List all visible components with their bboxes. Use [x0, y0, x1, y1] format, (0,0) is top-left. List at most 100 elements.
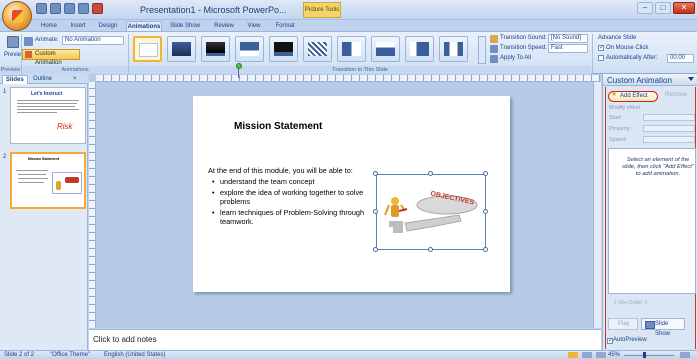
- redo-icon[interactable]: [64, 3, 75, 14]
- slide-body-text[interactable]: At the end of this module, you will be a…: [208, 166, 373, 226]
- reorder-label[interactable]: ⇧ Re-Order ⇩: [613, 300, 648, 306]
- close-panel-button[interactable]: ×: [70, 75, 80, 84]
- tab-view[interactable]: View: [244, 21, 264, 31]
- transition-split-thumb[interactable]: [439, 36, 468, 62]
- play-button[interactable]: Play: [608, 318, 638, 330]
- minimize-button[interactable]: –: [637, 2, 653, 14]
- group-preview-label: Preview: [0, 66, 21, 74]
- transition-speed-dropdown[interactable]: Fast: [548, 44, 588, 53]
- slide-number-2: 2: [3, 154, 7, 160]
- tab-design[interactable]: Design: [96, 21, 120, 31]
- slide-show-view-icon[interactable]: [596, 352, 606, 358]
- remove-button[interactable]: Remove: [665, 92, 687, 98]
- current-slide[interactable]: Mission Statement At the end of this mod…: [193, 96, 510, 292]
- print-icon[interactable]: [78, 3, 89, 14]
- transition-cut-thumb[interactable]: [235, 36, 264, 62]
- custom-animation-pane: Custom Animation Add Effect Remove Modif…: [602, 74, 697, 350]
- transition-wipe-thumb[interactable]: [337, 36, 366, 62]
- animate-label: Animate:: [35, 37, 59, 43]
- tab-slides[interactable]: Slides: [2, 75, 28, 84]
- thumb-text-line: [18, 178, 48, 179]
- start-dropdown[interactable]: [643, 114, 695, 121]
- group-transition-label: Transition to This Slide: [129, 66, 591, 74]
- transition-fade-thumb[interactable]: [167, 36, 196, 62]
- resize-handle-n[interactable]: [428, 171, 433, 176]
- language-indicator[interactable]: English (United States): [104, 352, 165, 358]
- transition-sound-dropdown[interactable]: [No Sound]: [548, 34, 588, 43]
- tab-animations[interactable]: Animations: [126, 21, 162, 31]
- rotation-handle[interactable]: [236, 63, 242, 69]
- apply-to-all-button[interactable]: Apply To All: [500, 55, 531, 61]
- animation-list[interactable]: Select an element of the slide, then cli…: [608, 148, 696, 294]
- zoom-level[interactable]: 45%: [608, 352, 620, 358]
- transition-none-thumb[interactable]: [133, 36, 162, 62]
- move-down-icon[interactable]: ⇩: [642, 300, 649, 306]
- task-pane-title: Custom Animation: [607, 76, 672, 85]
- auto-after-checkbox[interactable]: [598, 55, 604, 61]
- title-bar: Presentation1 - Microsoft PowerPo... Pic…: [0, 0, 697, 20]
- maximize-button[interactable]: □: [655, 2, 671, 14]
- canvas-scrollbar[interactable]: [593, 82, 601, 328]
- speed-dropdown[interactable]: [643, 136, 695, 143]
- tab-format[interactable]: Format: [272, 21, 298, 31]
- resize-handle-w[interactable]: [373, 209, 378, 214]
- objectives-picture[interactable]: OBJECTIVES: [376, 174, 486, 250]
- tab-slide-show[interactable]: Slide Show: [168, 21, 202, 31]
- transition-push-thumb[interactable]: [371, 36, 400, 62]
- resize-handle-se[interactable]: [483, 247, 488, 252]
- transition-fade-black-thumb[interactable]: [201, 36, 230, 62]
- slide-sorter-icon[interactable]: [582, 352, 592, 358]
- start-label: Start:: [609, 115, 623, 121]
- tab-insert[interactable]: Insert: [66, 21, 90, 31]
- customize-qat-icon[interactable]: [92, 3, 103, 14]
- transition-dissolve-thumb[interactable]: [303, 36, 332, 62]
- notes-pane[interactable]: Click to add notes: [89, 329, 601, 350]
- tab-review[interactable]: Review: [212, 21, 236, 31]
- auto-after-label: Automatically After:: [606, 55, 658, 61]
- slide-thumbnail-1[interactable]: Let's Instruct Risk: [10, 87, 86, 144]
- on-mouse-click-checkbox[interactable]: [598, 44, 604, 51]
- resize-handle-nw[interactable]: [373, 171, 378, 176]
- custom-animation-button[interactable]: Custom Animation: [22, 49, 80, 66]
- resize-handle-e[interactable]: [483, 209, 488, 214]
- objectives-illustration: [384, 195, 478, 233]
- add-effect-button[interactable]: Add Effect: [608, 91, 658, 102]
- resize-handle-s[interactable]: [428, 247, 433, 252]
- horizontal-ruler: [96, 75, 600, 82]
- tab-home[interactable]: Home: [38, 21, 60, 31]
- speed-label: Speed:: [609, 137, 627, 143]
- reorder-text: Re-Order: [619, 300, 643, 306]
- slides-panel-tabs: Slides Outline ×: [0, 74, 88, 84]
- slide-bullet: learn techniques of Problem-Solving thro…: [208, 208, 373, 226]
- slides-panel: Slides Outline × 1 Let's Instruct Risk 2…: [0, 74, 88, 350]
- status-bar: Slide 2 of 2 "Office Theme" English (Uni…: [0, 350, 697, 359]
- save-icon[interactable]: [36, 3, 47, 14]
- transition-cover-thumb[interactable]: [405, 36, 434, 62]
- tab-outline[interactable]: Outline: [30, 75, 55, 84]
- resize-handle-ne[interactable]: [483, 171, 488, 176]
- undo-icon[interactable]: [50, 3, 61, 14]
- zoom-slider[interactable]: [624, 355, 674, 356]
- animate-dropdown[interactable]: No Animation: [62, 36, 124, 45]
- thumb-text-line: [16, 170, 48, 171]
- close-button[interactable]: ✕: [673, 2, 695, 14]
- transition-cut-black-thumb[interactable]: [269, 36, 298, 62]
- slide-show-button[interactable]: Slide Show: [641, 318, 685, 337]
- slide-thumbnail-2[interactable]: Mission Statement: [10, 152, 86, 209]
- property-dropdown[interactable]: [643, 125, 695, 132]
- task-pane-menu-icon[interactable]: [688, 77, 694, 81]
- office-button[interactable]: [2, 1, 32, 31]
- task-pane-header: Custom Animation: [603, 74, 697, 86]
- gallery-scroll[interactable]: [478, 36, 486, 64]
- auto-after-input[interactable]: 00:00: [667, 54, 694, 63]
- quick-access-toolbar: [36, 3, 103, 14]
- slide-title[interactable]: Mission Statement: [234, 121, 322, 132]
- resize-handle-sw[interactable]: [373, 247, 378, 252]
- animation-hint: Select an element of the slide, then cli…: [622, 157, 694, 177]
- preview-icon[interactable]: [7, 36, 19, 48]
- normal-view-icon[interactable]: [568, 352, 578, 358]
- fit-to-window-icon[interactable]: [680, 352, 690, 358]
- picture-tools-context-tab[interactable]: Picture Tools: [303, 2, 341, 18]
- thumb-risk-word: Risk: [57, 122, 73, 131]
- zoom-slider-thumb[interactable]: [643, 352, 646, 358]
